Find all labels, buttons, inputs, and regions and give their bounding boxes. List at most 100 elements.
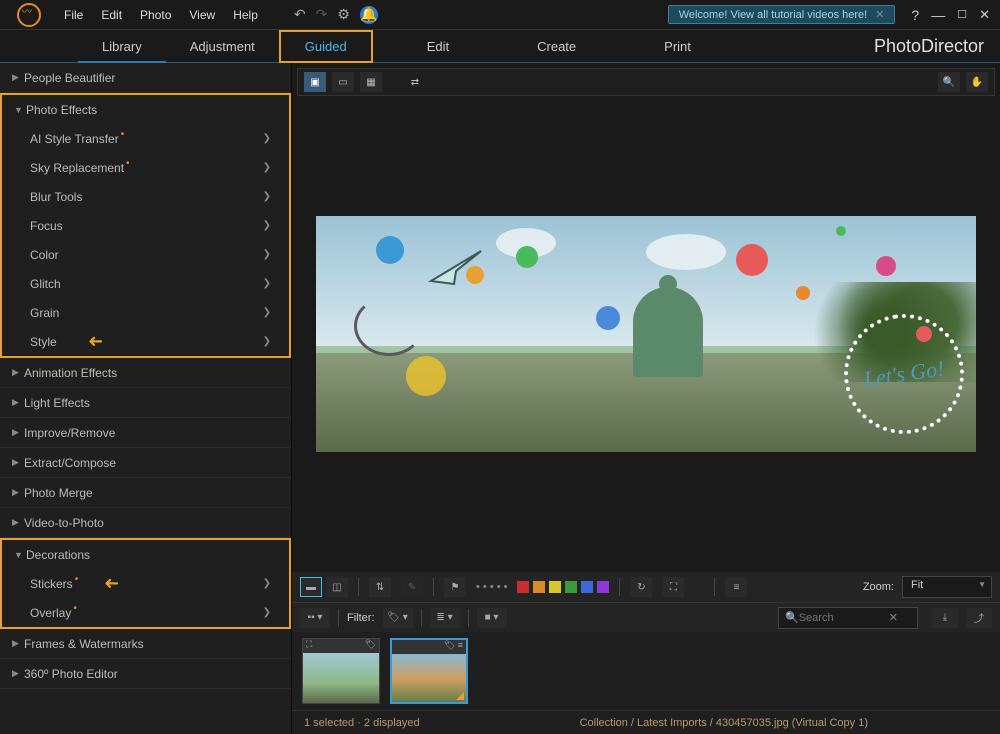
virtual-copy-icon: [456, 692, 464, 700]
filter-color-icon[interactable]: ■ ▾: [477, 608, 507, 628]
view-single-icon[interactable]: ▣: [304, 72, 326, 92]
panel-people-beautifier[interactable]: ▶People Beautifier: [0, 63, 291, 92]
menu-photo[interactable]: Photo: [140, 8, 171, 22]
panel-photo-effects-highlight: ▼Photo Effects AI Style Transfer•❯ Sky R…: [0, 93, 291, 358]
welcome-banner[interactable]: Welcome! View all tutorial videos here! …: [668, 5, 896, 24]
filter-list-icon[interactable]: ≣ ▾: [430, 608, 460, 628]
viewer-toolbar: ▣ ▭ ▦ ⇄ 🔍 ✋: [297, 68, 995, 96]
arrow-annotation-icon: ➜: [104, 573, 119, 594]
menu-help[interactable]: Help: [233, 8, 258, 22]
title-tools: ↶ ↷ ⚙ 🔔: [294, 6, 378, 24]
welcome-text: Welcome! View all tutorial videos here!: [679, 9, 868, 21]
color-labels: [517, 581, 609, 593]
help-icon[interactable]: ?: [911, 7, 919, 23]
zoom-dropdown[interactable]: Fit: [902, 576, 992, 598]
zoom-label: Zoom:: [863, 581, 894, 593]
title-bar: File Edit Photo View Help ↶ ↷ ⚙ 🔔 Welcom…: [0, 0, 1000, 30]
panel-extract-compose[interactable]: ▶Extract/Compose: [0, 448, 291, 477]
content-area: ▣ ▭ ▦ ⇄ 🔍 ✋ Let's Go!: [292, 63, 1000, 734]
filmstrip-toolbar: ▬ ◫ ⇅ ✎ ⚑ • • • • • ↻ ⛶ ≡ Zoom:: [292, 572, 1000, 602]
menu-edit[interactable]: Edit: [101, 8, 122, 22]
view-mirror-icon[interactable]: ⇄: [404, 72, 426, 92]
pan-tool-icon[interactable]: ✋: [966, 72, 988, 92]
panel-decorations-highlight: ▼Decorations Stickers•➜❯ Overlay•❯: [0, 538, 291, 629]
redo-icon[interactable]: ↷: [316, 6, 328, 23]
brush-icon[interactable]: ✎: [401, 577, 423, 597]
panel-animation-effects[interactable]: ▶Animation Effects: [0, 358, 291, 387]
item-blur-tools[interactable]: Blur Tools❯: [2, 182, 289, 211]
menu-file[interactable]: File: [64, 8, 83, 22]
photo-viewer[interactable]: Let's Go!: [297, 101, 995, 567]
zoom-tool-icon[interactable]: 🔍: [938, 72, 960, 92]
undo-icon[interactable]: ↶: [294, 6, 306, 23]
panel-photo-effects[interactable]: ▼Photo Effects: [2, 95, 289, 124]
panel-light-effects[interactable]: ▶Light Effects: [0, 388, 291, 417]
guided-sidebar: ▶People Beautifier ▼Photo Effects AI Sty…: [0, 63, 292, 734]
clear-search-icon[interactable]: ✕: [889, 611, 898, 624]
notification-icon[interactable]: 🔔: [360, 6, 378, 24]
tab-guided[interactable]: Guided: [279, 30, 373, 63]
welcome-area: Welcome! View all tutorial videos here! …: [668, 5, 1000, 24]
tab-create[interactable]: Create: [513, 30, 600, 63]
close-window-icon[interactable]: ✕: [979, 7, 990, 23]
export-icon[interactable]: ⤴: [966, 608, 992, 628]
tab-library[interactable]: Library: [78, 30, 166, 63]
sort-icon[interactable]: ⇅: [369, 577, 391, 597]
item-style[interactable]: Style➜❯: [2, 327, 289, 356]
view-grid-icon[interactable]: ▦: [360, 72, 382, 92]
thumbnail-1[interactable]: ⛶🏷: [302, 638, 380, 704]
item-color[interactable]: Color❯: [2, 240, 289, 269]
maximize-icon[interactable]: ☐: [957, 8, 967, 21]
panel-frames-watermarks[interactable]: ▶Frames & Watermarks: [0, 629, 291, 658]
item-stickers[interactable]: Stickers•➜❯: [2, 569, 289, 598]
file-path: Collection / Latest Imports / 430457035.…: [580, 717, 868, 729]
crop-icon[interactable]: ⛶: [662, 577, 684, 597]
panel-improve-remove[interactable]: ▶Improve/Remove: [0, 418, 291, 447]
color-green[interactable]: [565, 581, 577, 593]
search-box[interactable]: 🔍 ✕: [778, 607, 918, 629]
flag-icon[interactable]: ⚑: [444, 577, 466, 597]
thumbnail-2[interactable]: 🏷 ≡: [390, 638, 468, 704]
color-red[interactable]: [517, 581, 529, 593]
app-name: PhotoDirector: [874, 36, 984, 57]
photo-canvas: Let's Go!: [316, 216, 976, 452]
panel-decorations[interactable]: ▼Decorations: [2, 540, 289, 569]
minimize-icon[interactable]: —: [931, 7, 945, 23]
main-menu: File Edit Photo View Help: [64, 8, 258, 22]
item-ai-style-transfer[interactable]: AI Style Transfer•❯: [2, 124, 289, 153]
search-input[interactable]: [799, 612, 889, 624]
menu-view[interactable]: View: [189, 8, 215, 22]
view-compare-icon[interactable]: ▭: [332, 72, 354, 92]
align-icon[interactable]: ≡: [725, 577, 747, 597]
panel-photo-merge[interactable]: ▶Photo Merge: [0, 478, 291, 507]
rotate-icon[interactable]: ↻: [630, 577, 652, 597]
item-overlay[interactable]: Overlay•❯: [2, 598, 289, 627]
filter-tag-icon[interactable]: 🏷 ▾: [383, 608, 413, 628]
strip-view-2-icon[interactable]: ◫: [326, 577, 348, 597]
strip-view-1-icon[interactable]: ▬: [300, 577, 322, 597]
search-icon: 🔍: [785, 611, 799, 624]
panel-video-to-photo[interactable]: ▶Video-to-Photo: [0, 508, 291, 537]
item-focus[interactable]: Focus❯: [2, 211, 289, 240]
import-icon[interactable]: ⤓: [932, 608, 958, 628]
filter-label: Filter:: [347, 612, 375, 624]
item-glitch[interactable]: Glitch❯: [2, 269, 289, 298]
settings-icon[interactable]: ⚙: [337, 6, 350, 23]
module-tabs: Library Adjustment Guided Edit Create Pr…: [0, 30, 1000, 63]
tab-edit[interactable]: Edit: [403, 30, 473, 63]
rating-dots[interactable]: • • • • •: [476, 581, 507, 593]
squiggle-sticker: [354, 296, 424, 356]
panel-360-photo-editor[interactable]: ▶360º Photo Editor: [0, 659, 291, 688]
item-sky-replacement[interactable]: Sky Replacement•❯: [2, 153, 289, 182]
app-logo[interactable]: [14, 0, 44, 30]
thumbnail-size-icon[interactable]: ▪▪ ▾: [300, 608, 330, 628]
tab-print[interactable]: Print: [640, 30, 715, 63]
color-blue[interactable]: [581, 581, 593, 593]
color-purple[interactable]: [597, 581, 609, 593]
item-grain[interactable]: Grain❯: [2, 298, 289, 327]
color-orange[interactable]: [533, 581, 545, 593]
tab-adjustment[interactable]: Adjustment: [166, 30, 279, 63]
color-yellow[interactable]: [549, 581, 561, 593]
filter-bar: ▪▪ ▾ Filter: 🏷 ▾ ≣ ▾ ■ ▾ 🔍 ✕ ⤓ ⤴: [292, 602, 1000, 632]
close-welcome-icon[interactable]: ✕: [875, 8, 884, 21]
